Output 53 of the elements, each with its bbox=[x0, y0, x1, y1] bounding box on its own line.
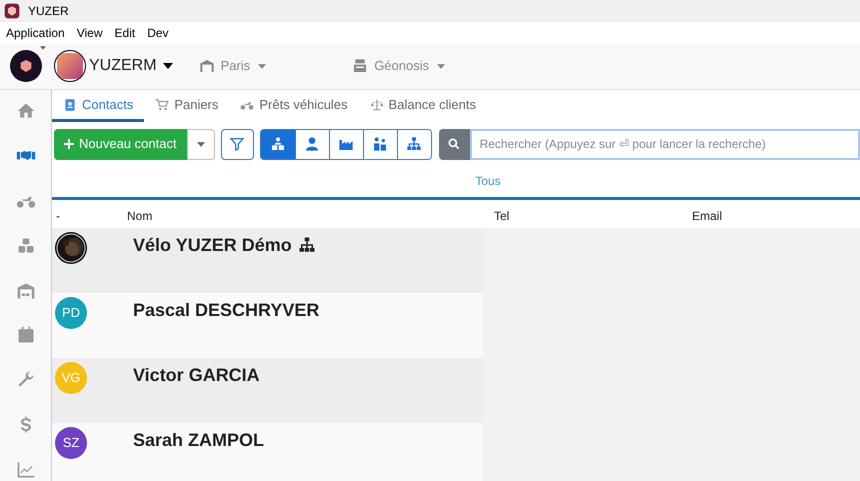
column-header: - bbox=[56, 209, 60, 223]
filter-tab[interactable]: Tous bbox=[475, 172, 501, 190]
plus-icon bbox=[64, 139, 74, 149]
search-field[interactable]: Rechercher (Appuyez sur ⏎ pour lancer la recherche) bbox=[470, 128, 860, 160]
tab[interactable]: Balance clients bbox=[358, 90, 487, 122]
calendar-icon bbox=[16, 325, 36, 346]
store-dropdown[interactable]: Paris bbox=[198, 56, 266, 76]
contact-name: Sarah ZAMPOL bbox=[133, 429, 264, 452]
tab[interactable]: Paniers bbox=[144, 90, 230, 122]
tab[interactable]: Contacts bbox=[52, 90, 144, 122]
filter-toggle[interactable] bbox=[396, 130, 431, 158]
filter-toggle[interactable] bbox=[260, 130, 295, 158]
family-icon bbox=[372, 136, 388, 152]
caret-icon bbox=[162, 63, 173, 69]
caret-icon bbox=[196, 142, 205, 146]
scale-icon bbox=[370, 98, 384, 112]
menu-item[interactable]: Dev bbox=[147, 24, 169, 42]
contact-name: Vélo YUZER Démo bbox=[133, 234, 292, 257]
search-icon bbox=[447, 137, 462, 151]
caret-icon bbox=[40, 46, 46, 50]
avatar: PD bbox=[55, 297, 87, 329]
avatar: VG bbox=[55, 362, 87, 394]
new-contact-button[interactable]: Nouveau contact bbox=[54, 128, 187, 160]
warehouse-dropdown[interactable]: Géonosis bbox=[352, 56, 446, 76]
cart-icon bbox=[155, 98, 170, 112]
column-header: Tel bbox=[494, 209, 510, 223]
filter-button[interactable] bbox=[220, 128, 254, 160]
person-icon bbox=[304, 136, 320, 152]
split-dropdown-button[interactable] bbox=[186, 128, 215, 160]
cube-icon bbox=[18, 58, 34, 74]
column-header: Nom bbox=[127, 209, 152, 223]
column-header: Email bbox=[692, 209, 722, 223]
avatar: SZ bbox=[55, 427, 87, 459]
tab[interactable]: Prêts véhicules bbox=[229, 90, 359, 122]
menu-item[interactable]: Edit bbox=[114, 24, 136, 42]
search-button[interactable] bbox=[438, 128, 470, 160]
contact-name: Pascal DESCHRYVER bbox=[133, 299, 320, 322]
contact-name: Victor GARCIA bbox=[133, 364, 260, 387]
logo-button[interactable] bbox=[10, 50, 42, 82]
caret-icon bbox=[437, 64, 446, 68]
tree-icon bbox=[406, 136, 422, 152]
account-avatar-icon bbox=[54, 50, 86, 82]
account-button[interactable]: YUZERM bbox=[54, 50, 173, 82]
caret-icon bbox=[258, 64, 266, 68]
menu-item[interactable]: Application bbox=[6, 24, 65, 42]
building-icon bbox=[198, 58, 215, 74]
chart-icon bbox=[16, 460, 36, 480]
menu-item[interactable]: View bbox=[76, 24, 103, 42]
filter-icon bbox=[229, 136, 246, 152]
app-logo-icon bbox=[4, 3, 20, 19]
contact-icon bbox=[63, 98, 77, 112]
warehouse-icon bbox=[16, 280, 36, 301]
window-title: YUZER bbox=[28, 3, 69, 20]
